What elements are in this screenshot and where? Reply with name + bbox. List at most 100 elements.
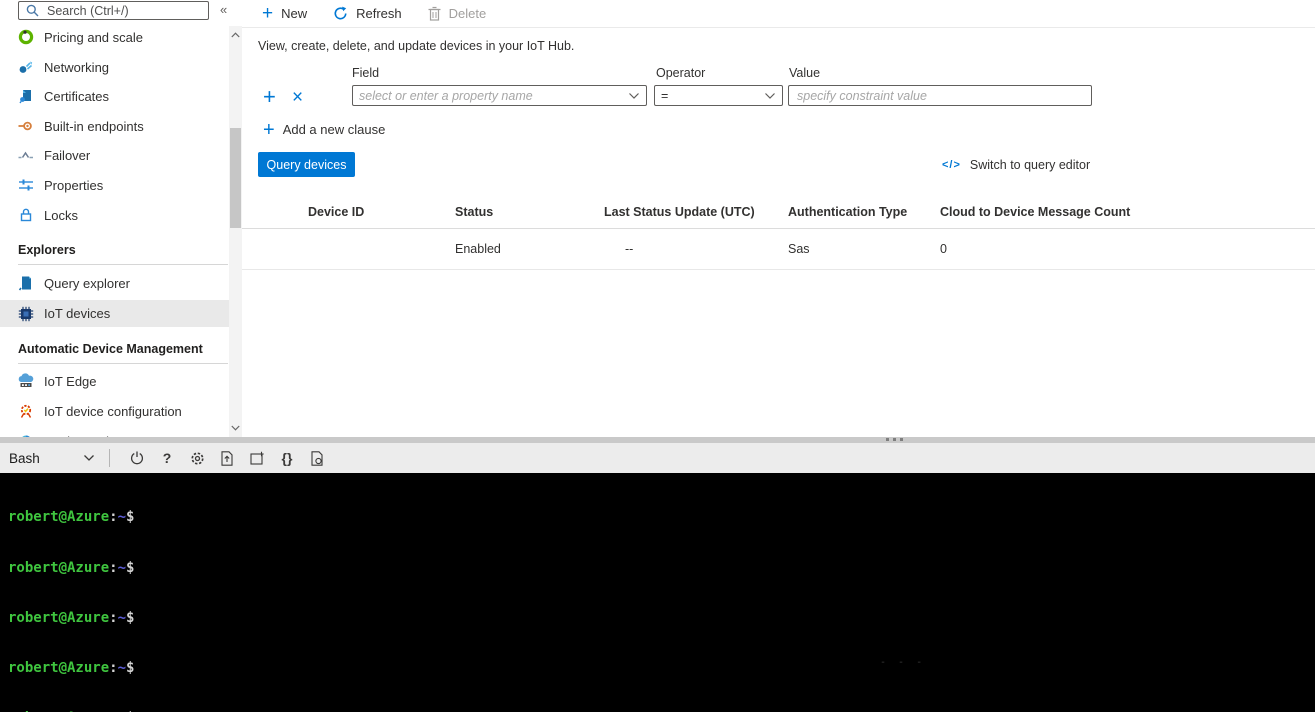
field-placeholder: select or enter a property name: [359, 89, 628, 103]
sidebar-item-label: Locks: [44, 208, 78, 223]
operator-combobox[interactable]: =: [654, 85, 783, 106]
sidebar-item-label: Properties: [44, 178, 103, 193]
terminal-prompt-line: robert@Azure:~$: [8, 560, 1315, 577]
add-clause-plus-icon[interactable]: +: [263, 87, 276, 107]
sidebar-section-automatic-device-management: Automatic Device Management: [18, 342, 203, 356]
iot-devices-icon: [18, 306, 34, 322]
azure-portal-screen: « Pricing and scale Networking: [0, 0, 1315, 712]
cell-status: Enabled: [455, 242, 604, 256]
sidebar-item-built-in-endpoints[interactable]: Built-in endpoints: [0, 113, 229, 139]
web-preview-button[interactable]: [302, 447, 332, 469]
certificates-icon: [18, 88, 34, 104]
sidebar-item-label: IoT Edge: [44, 374, 97, 389]
add-new-clause-link[interactable]: + Add a new clause: [263, 122, 385, 137]
settings-button[interactable]: [182, 447, 212, 469]
sidebar-item-iot-edge[interactable]: IoT Edge: [0, 368, 229, 394]
redaction-artifact: - - -: [880, 657, 925, 668]
iot-hub-sidebar: « Pricing and scale Networking: [0, 0, 242, 437]
properties-icon: [18, 177, 34, 193]
sidebar-item-locks[interactable]: Locks: [0, 202, 229, 228]
file-transfer-icon: [220, 451, 234, 466]
shell-selector-dropdown[interactable]: Bash: [9, 451, 95, 466]
section-divider: [18, 264, 228, 265]
iot-edge-icon: [18, 373, 34, 389]
sidebar-item-query-explorer[interactable]: Query explorer: [0, 270, 229, 296]
sidebar-item-iot-device-configuration[interactable]: IoT device configuration: [0, 398, 229, 424]
new-window-icon: [250, 451, 265, 465]
device-table-row[interactable]: Enabled -- Sas 0: [242, 229, 1315, 270]
sidebar-item-partial[interactable]: Device update: [0, 428, 229, 437]
failover-icon: [18, 147, 34, 163]
help-button[interactable]: ?: [152, 447, 182, 469]
sidebar-item-label: Networking: [44, 60, 109, 75]
delete-button[interactable]: Delete: [428, 6, 487, 21]
cloud-shell-toolbar: Bash ?: [0, 443, 1315, 473]
remove-clause-icon[interactable]: ×: [292, 88, 303, 108]
query-devices-button[interactable]: Query devices: [258, 152, 355, 177]
sidebar-item-iot-devices[interactable]: IoT devices: [0, 300, 229, 327]
code-icon: </>: [942, 159, 961, 171]
pricing-and-scale-icon: [18, 29, 34, 45]
scroll-down-icon[interactable]: [229, 421, 242, 435]
sidebar-search[interactable]: [18, 1, 209, 20]
query-explorer-icon: [18, 275, 34, 291]
scroll-up-icon[interactable]: [229, 28, 242, 42]
plus-icon: +: [263, 123, 275, 137]
chevron-down-icon: [764, 92, 776, 100]
sidebar-item-label: Failover: [44, 148, 90, 163]
cell-c2d-message-count: 0: [940, 242, 1315, 256]
sidebar-scrollbar[interactable]: [229, 26, 242, 437]
chevron-down-icon: [83, 454, 95, 462]
search-input[interactable]: [45, 3, 208, 19]
sidebar-item-pricing-and-scale[interactable]: Pricing and scale: [0, 24, 229, 50]
editor-braces-icon: {}: [282, 450, 293, 466]
refresh-icon: [333, 6, 348, 21]
restart-shell-button[interactable]: [122, 447, 152, 469]
iot-devices-pane: + New Refresh Delete: [242, 0, 1315, 437]
delete-button-label: Delete: [449, 6, 487, 21]
new-button[interactable]: + New: [262, 6, 307, 21]
device-table-header: Device ID Status Last Status Update (UTC…: [242, 196, 1315, 229]
column-c2d-message-count: Cloud to Device Message Count: [940, 205, 1315, 219]
column-device-id: Device ID: [308, 205, 455, 219]
sidebar-item-networking[interactable]: Networking: [0, 54, 229, 80]
open-editor-button[interactable]: {}: [272, 447, 302, 469]
pane-description: View, create, delete, and update devices…: [258, 39, 574, 53]
sidebar-item-label: IoT devices: [44, 306, 110, 321]
section-divider: [18, 363, 228, 364]
sidebar-section-explorers: Explorers: [18, 243, 76, 257]
networking-icon: [18, 59, 34, 75]
plus-icon: +: [262, 7, 273, 21]
operator-value: =: [661, 89, 764, 103]
add-clause-label: Add a new clause: [283, 122, 386, 137]
trash-icon: [428, 6, 441, 21]
refresh-button[interactable]: Refresh: [333, 6, 402, 21]
terminal-prompt-line: robert@Azure:~$: [8, 610, 1315, 627]
shell-selector-label: Bash: [9, 451, 40, 466]
field-combobox[interactable]: select or enter a property name: [352, 85, 647, 106]
search-icon: [26, 4, 39, 17]
cell-last-status-update: --: [604, 242, 788, 256]
help-icon: ?: [163, 450, 172, 466]
new-session-button[interactable]: [242, 447, 272, 469]
sidebar-item-label: Certificates: [44, 89, 109, 104]
column-last-status-update: Last Status Update (UTC): [604, 205, 788, 219]
sidebar-item-label: Query explorer: [44, 276, 130, 291]
terminal-prompt-line: robert@Azure:~$: [8, 509, 1315, 526]
value-input-box[interactable]: [788, 85, 1092, 106]
toolbar-separator: [109, 449, 110, 467]
value-input[interactable]: [795, 88, 1085, 104]
drag-grip-icon: [886, 438, 903, 441]
chevron-down-icon: [628, 92, 640, 100]
collapse-sidebar-button[interactable]: «: [220, 2, 227, 17]
cloud-shell-terminal[interactable]: robert@Azure:~$ robert@Azure:~$ robert@A…: [0, 473, 1315, 712]
sidebar-item-certificates[interactable]: Certificates: [0, 83, 229, 109]
scrollbar-thumb[interactable]: [230, 128, 241, 228]
operator-label: Operator: [656, 66, 705, 80]
sidebar-item-failover[interactable]: Failover: [0, 142, 229, 168]
upload-download-files-button[interactable]: [212, 447, 242, 469]
iot-device-configuration-icon: [18, 403, 34, 419]
sidebar-item-label: Built-in endpoints: [44, 119, 144, 134]
sidebar-item-properties[interactable]: Properties: [0, 172, 229, 198]
switch-to-query-editor-link[interactable]: </> Switch to query editor: [942, 158, 1090, 172]
